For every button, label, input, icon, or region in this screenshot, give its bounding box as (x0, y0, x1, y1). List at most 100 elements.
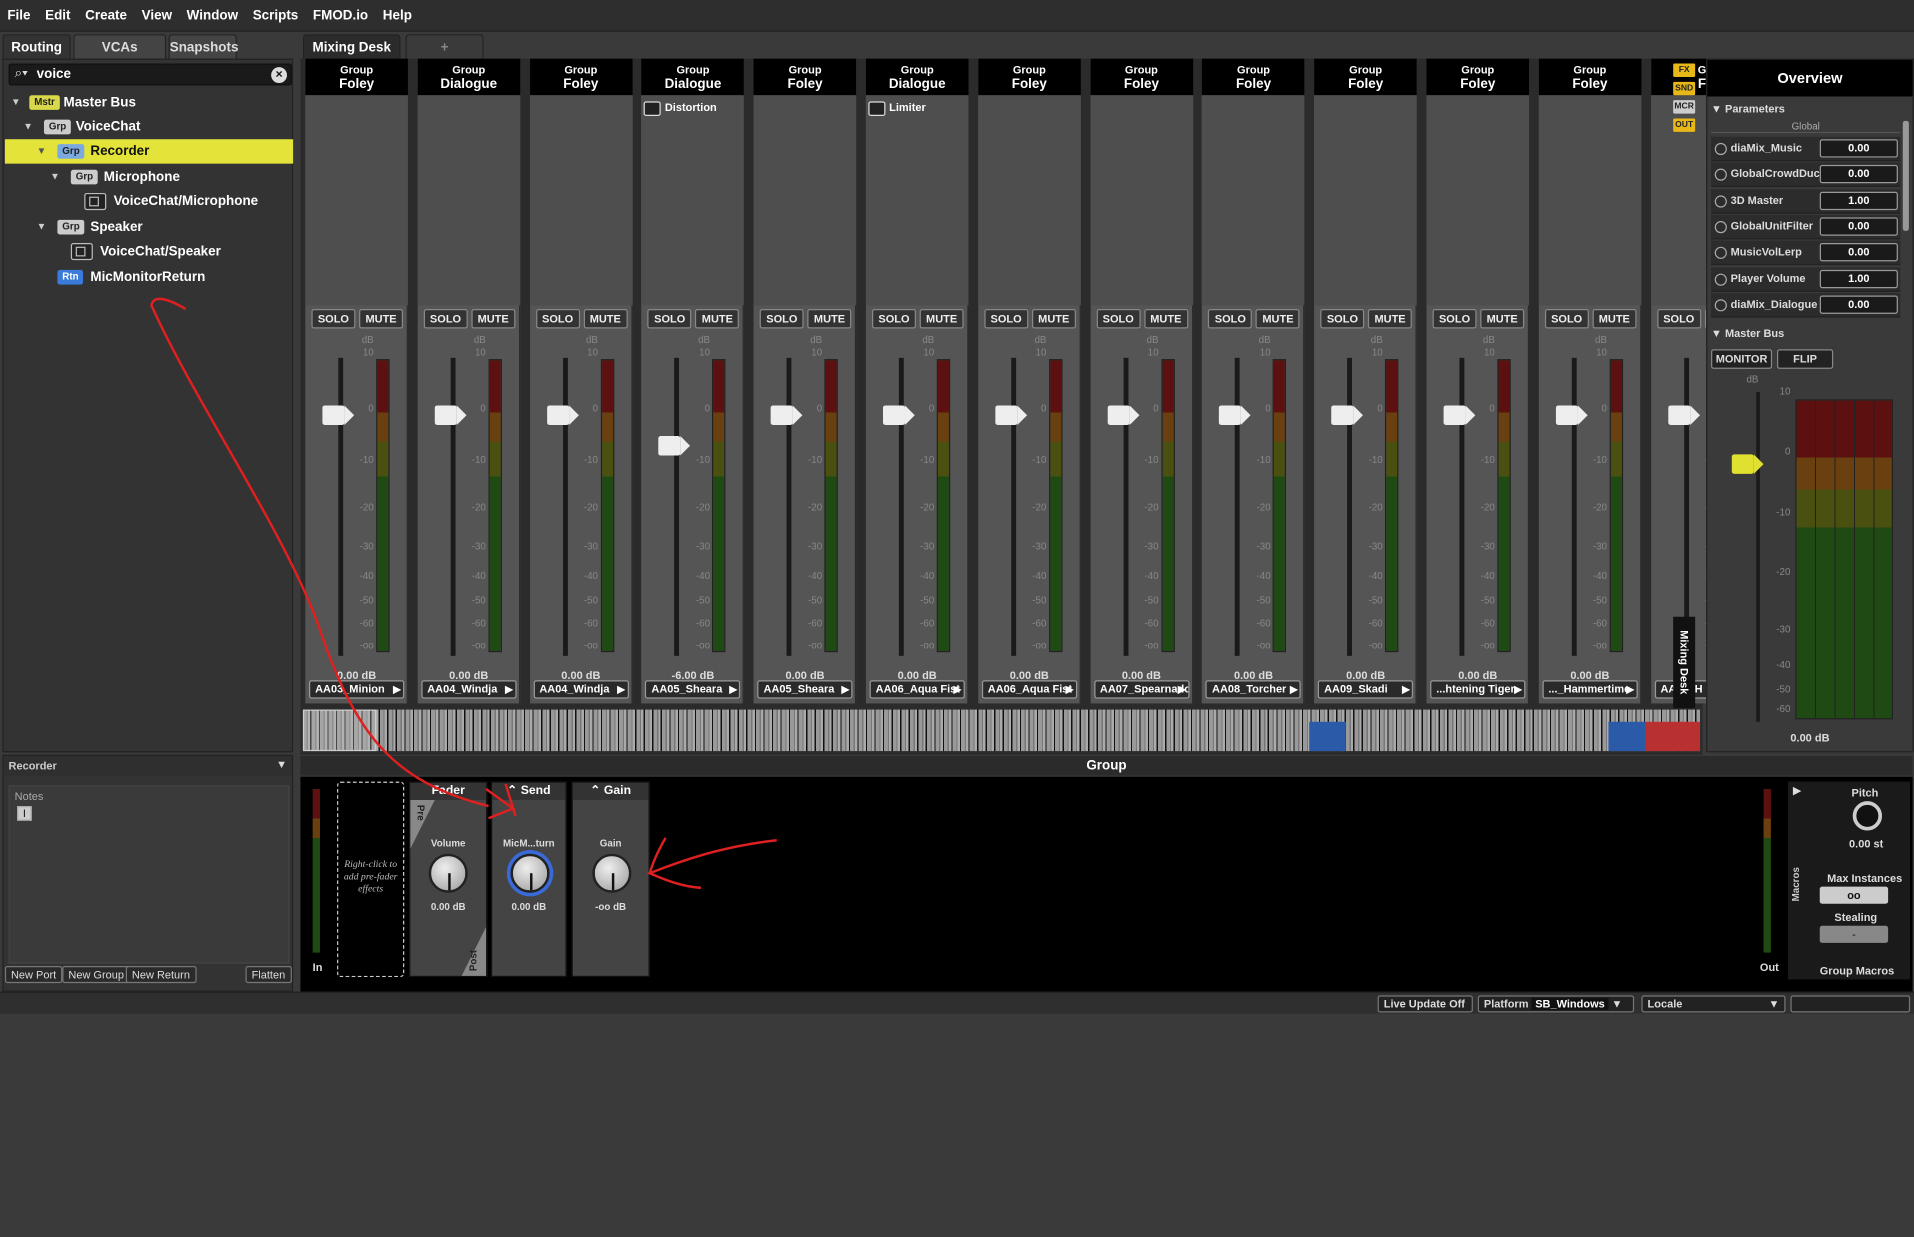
master-fader-handle[interactable] (1731, 454, 1764, 474)
tree-item-recorder[interactable]: ▼ Grp Recorder (4, 139, 294, 164)
output-routing-button[interactable]: AA06_Aqua Fist (869, 680, 965, 699)
output-routing-button[interactable]: AA07_Spearnado (1093, 680, 1190, 699)
menu-fmod-io[interactable]: FMOD.io (306, 0, 376, 32)
solo-button[interactable]: SOLO (1432, 308, 1477, 329)
mixing-desk-vertical-tab[interactable]: Mixing Desk (1673, 616, 1696, 709)
master-bus-section[interactable]: ▼ Master Bus (1711, 327, 1784, 339)
parameter-row[interactable]: Player Volume 1.00 (1711, 266, 1901, 292)
fx-tab[interactable]: FX (1673, 63, 1696, 77)
strip-header[interactable]: Group Foley (1202, 58, 1305, 96)
strip-header[interactable]: Group Foley (1538, 58, 1642, 96)
solo-button[interactable]: SOLO (1320, 308, 1365, 329)
solo-button[interactable]: SOLO (535, 308, 580, 329)
pitch-knob[interactable] (1852, 801, 1883, 831)
strip-header[interactable]: Group Dialogue (865, 58, 969, 96)
fader-handle[interactable] (1219, 405, 1252, 426)
output-routing-button[interactable]: AA06_Aqua Fist (981, 680, 1077, 699)
locale-select[interactable]: Locale ▼ (1641, 995, 1786, 1013)
collapse-icon[interactable]: ▼ (276, 758, 287, 770)
parameter-value[interactable]: 0.00 (1819, 243, 1898, 262)
effects-area[interactable] (1202, 95, 1305, 306)
solo-button[interactable]: SOLO (311, 308, 356, 329)
output-routing-button[interactable]: AA03_Minion (308, 680, 405, 699)
output-routing-button[interactable]: AA05_Sheara (757, 680, 853, 699)
mute-button[interactable]: MUTE (919, 308, 964, 329)
expand-icon[interactable]: ▼ (37, 139, 47, 163)
volume-knob[interactable] (428, 853, 468, 893)
search-input[interactable]: ⌕▾ voice × (8, 63, 292, 86)
effects-area[interactable] (417, 95, 521, 306)
parameter-row[interactable]: GlobalUnitFilter 0.00 (1711, 214, 1901, 240)
out-tab[interactable]: OUT (1673, 118, 1696, 132)
solo-button[interactable]: SOLO (1208, 308, 1253, 329)
effects-area[interactable] (641, 95, 745, 306)
parameters-scrollbar[interactable] (1902, 120, 1909, 231)
clear-search-icon[interactable]: × (271, 67, 288, 84)
parameter-value[interactable]: 0.00 (1819, 217, 1898, 236)
flip-button[interactable]: FLIP (1776, 349, 1834, 369)
mute-button[interactable]: MUTE (1255, 308, 1300, 329)
solo-button[interactable]: SOLO (759, 308, 804, 329)
strip-header[interactable]: Group Foley (1426, 58, 1530, 96)
solo-button[interactable]: SOLO (1544, 308, 1589, 329)
menu-create[interactable]: Create (78, 0, 134, 32)
output-routing-button[interactable]: AA05_Sheara (645, 680, 741, 699)
effects-area[interactable] (1314, 95, 1417, 306)
parameter-value[interactable]: 0.00 (1819, 139, 1898, 158)
effects-area[interactable] (529, 95, 633, 306)
mute-button[interactable]: MUTE (471, 308, 516, 329)
strip-header[interactable]: Group Foley (305, 58, 408, 96)
solo-button[interactable]: SOLO (423, 308, 468, 329)
effect-slot[interactable]: Distortion (644, 98, 717, 118)
snd-tab[interactable]: SND (1673, 81, 1696, 96)
output-routing-button[interactable]: AA08_Torcher (1205, 680, 1302, 699)
overview-timeline[interactable] (302, 709, 1701, 752)
effects-area[interactable] (305, 95, 408, 306)
tab-routing[interactable]: Routing (2, 34, 71, 59)
menu-scripts[interactable]: Scripts (245, 0, 305, 32)
platform-select[interactable]: Platform SB_Windows ▼ (1477, 995, 1635, 1013)
pre-fader-effects-slot[interactable]: Right-click to add pre-fader effects (337, 781, 405, 978)
monitor-button[interactable]: MONITOR (1711, 349, 1773, 369)
tree-item-speaker[interactable]: ▼ Grp Speaker (5, 215, 293, 239)
tab-vcas[interactable]: VCAs (73, 34, 167, 59)
strip-header[interactable]: Group Foley (978, 58, 1081, 96)
max-instances-field[interactable]: oo (1819, 886, 1889, 904)
mute-button[interactable]: MUTE (1368, 308, 1413, 329)
fader-handle[interactable] (1667, 405, 1700, 426)
fader-module[interactable]: Fader Pre Volume 0.00 dB Post (409, 781, 488, 978)
fader-handle[interactable] (658, 436, 691, 456)
fader-handle[interactable] (995, 405, 1027, 426)
add-tab-button[interactable]: + (405, 34, 484, 59)
send-level-knob[interactable] (510, 853, 550, 893)
expand-icon[interactable]: ▼ (23, 115, 33, 139)
new-return-button[interactable]: New Return (125, 966, 197, 984)
effects-area[interactable] (865, 95, 969, 306)
parameter-row[interactable]: diaMix_Music 0.00 (1711, 136, 1901, 162)
strip-header[interactable]: Group Foley (529, 58, 633, 96)
effects-area[interactable] (753, 95, 857, 306)
tree-item-voicechat[interactable]: ▼ Grp VoiceChat (5, 115, 293, 139)
tree-item-voicechat-microphone[interactable]: VoiceChat/Microphone (5, 189, 293, 213)
fader-handle[interactable] (434, 405, 467, 426)
fader-handle[interactable] (546, 405, 579, 426)
effects-area[interactable] (1426, 95, 1530, 306)
output-routing-button[interactable]: AA04_Windja (421, 680, 517, 699)
output-routing-button[interactable]: ...htening Tiger (1430, 680, 1526, 699)
gain-module[interactable]: ⌃ Gain Gain -oo dB (571, 781, 650, 978)
mute-button[interactable]: MUTE (1031, 308, 1076, 329)
parameter-row[interactable]: MusicVolLerp 0.00 (1711, 240, 1901, 266)
fader-handle[interactable] (1555, 405, 1588, 426)
new-group-button[interactable]: New Group (62, 966, 131, 984)
strip-header[interactable]: Group Foley (753, 58, 857, 96)
parameters-section[interactable]: ▼ Parameters (1711, 103, 1785, 115)
solo-button[interactable]: SOLO (872, 308, 916, 329)
fader-handle[interactable] (1331, 405, 1364, 426)
parameter-row[interactable]: diaMix_Dialogue 0.00 (1711, 292, 1901, 318)
mute-button[interactable]: MUTE (1480, 308, 1525, 329)
tree-item-micmonitorreturn[interactable]: Rtn MicMonitorReturn (5, 265, 293, 289)
tree-item-microphone[interactable]: ▼ Grp Microphone (5, 165, 293, 189)
output-routing-button[interactable]: AA04_Windja (533, 680, 629, 699)
fader-handle[interactable] (770, 405, 803, 426)
new-port-button[interactable]: New Port (4, 966, 63, 984)
